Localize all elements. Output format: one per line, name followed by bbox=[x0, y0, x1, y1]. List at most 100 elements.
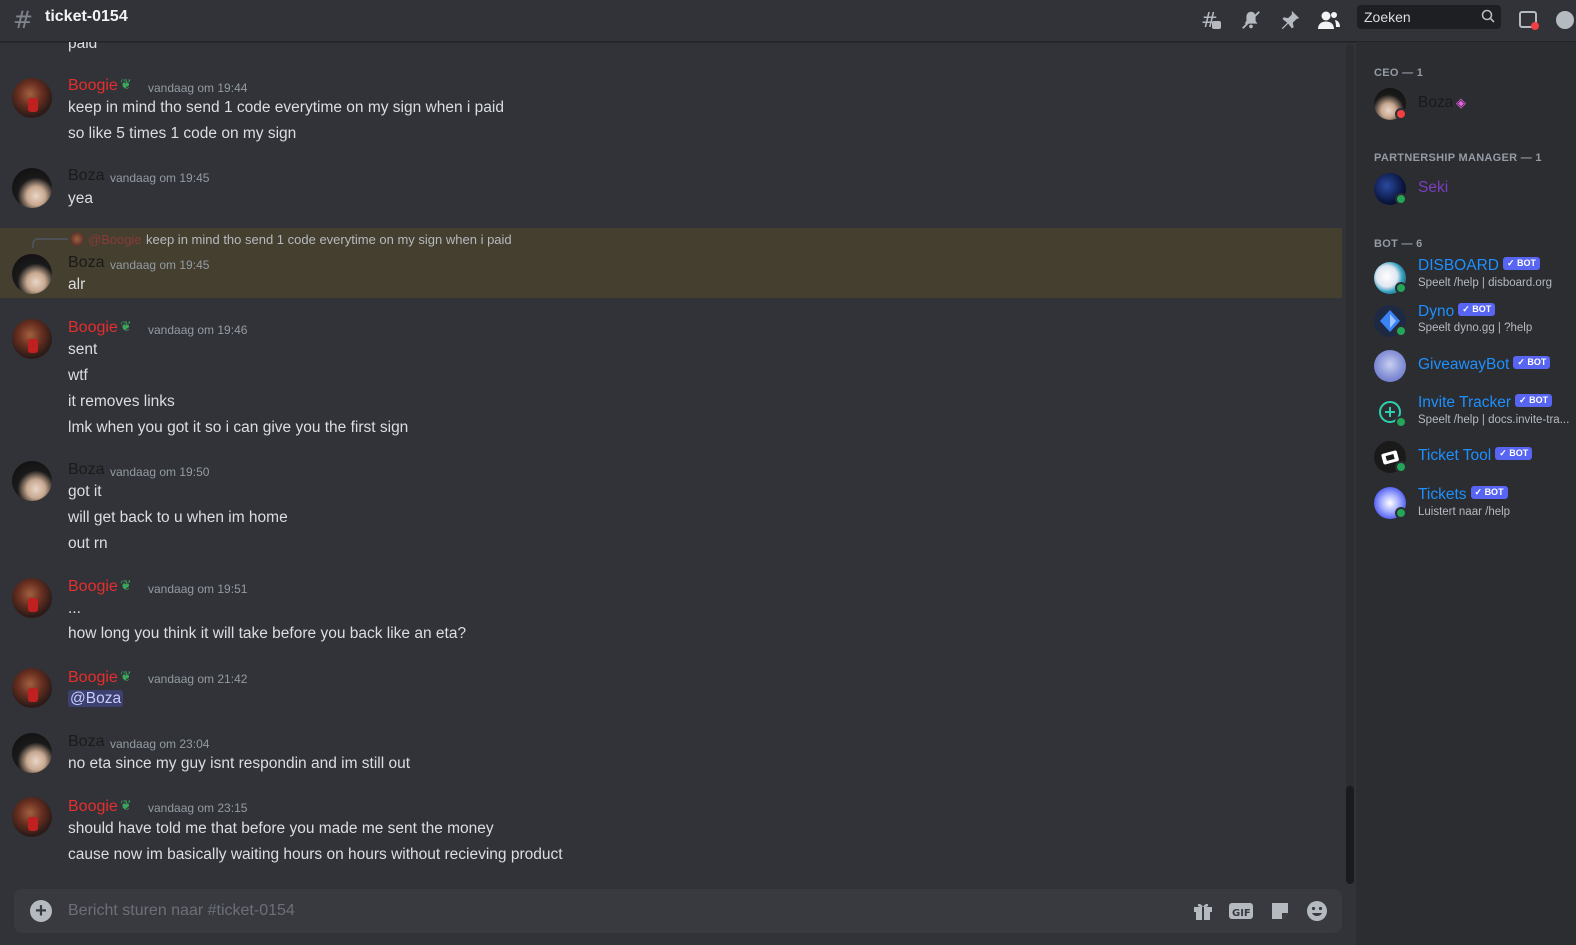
avatar[interactable] bbox=[12, 168, 52, 208]
message-text: out rn bbox=[68, 535, 108, 552]
pin-icon[interactable] bbox=[1277, 7, 1303, 33]
timestamp: vandaag om 19:44 bbox=[148, 81, 248, 95]
message-text: sent bbox=[68, 341, 98, 358]
message-text: no eta since my guy isnt respondin and i… bbox=[68, 755, 411, 772]
author-name[interactable]: Boogie bbox=[68, 797, 118, 817]
reply-connector bbox=[32, 238, 68, 248]
message-text: will get back to u when im home bbox=[68, 509, 288, 526]
hashtag-thread-icon: # bbox=[13, 6, 34, 34]
reply-mention[interactable]: @Boogie bbox=[88, 232, 142, 247]
gift-icon[interactable] bbox=[1191, 900, 1215, 922]
message-text: got it bbox=[68, 483, 102, 500]
member-list-icon[interactable] bbox=[1316, 7, 1342, 33]
message-text: it removes links bbox=[68, 393, 175, 410]
help-icon[interactable] bbox=[1552, 7, 1576, 33]
member-name: Dyno ✓ BOT bbox=[1418, 303, 1496, 321]
leaf-badge-icon: ❦ bbox=[120, 668, 132, 684]
message-text: yea bbox=[68, 190, 93, 207]
online-status-icon bbox=[1395, 507, 1407, 519]
user-mention[interactable]: @Boza bbox=[68, 690, 124, 707]
emoji-icon[interactable] bbox=[1305, 900, 1329, 922]
search-box[interactable]: Zoeken bbox=[1357, 5, 1501, 29]
online-status-icon bbox=[1395, 325, 1407, 337]
message-text: keep in mind tho send 1 code everytime o… bbox=[68, 99, 504, 116]
scrollbar-track[interactable] bbox=[1346, 44, 1354, 884]
channel-title: ticket-0154 bbox=[45, 8, 128, 25]
message-text: alr bbox=[68, 276, 86, 293]
message-text: ... bbox=[68, 600, 81, 617]
message-list[interactable]: paid Boogie ❦ vandaag om 19:44 keep in m… bbox=[0, 42, 1342, 882]
add-attachment-icon[interactable]: + bbox=[30, 900, 52, 922]
avatar[interactable] bbox=[12, 319, 52, 359]
avatar[interactable] bbox=[12, 797, 52, 837]
author-name[interactable]: Boza bbox=[68, 253, 104, 273]
online-status-icon bbox=[1395, 461, 1407, 473]
inbox-icon[interactable] bbox=[1516, 7, 1542, 33]
gif-icon[interactable]: GIF bbox=[1229, 900, 1253, 922]
avatar[interactable] bbox=[12, 254, 52, 294]
member-name: Boza bbox=[1418, 94, 1454, 111]
leaf-badge-icon: ❦ bbox=[120, 76, 132, 92]
message-input[interactable] bbox=[68, 901, 1168, 921]
author-name[interactable]: Boza bbox=[68, 166, 104, 186]
reply-avatar bbox=[70, 232, 84, 246]
member-category: CEO — 1 bbox=[1374, 67, 1424, 79]
author-name[interactable]: Boogie bbox=[68, 577, 118, 597]
mute-notifications-icon[interactable] bbox=[1238, 7, 1264, 33]
avatar[interactable] bbox=[12, 668, 52, 708]
online-status-icon bbox=[1395, 282, 1407, 294]
sticker-icon[interactable] bbox=[1268, 900, 1292, 922]
message-text: should have told me that before you made… bbox=[68, 820, 494, 837]
message-text: wtf bbox=[68, 367, 88, 384]
bot-tag: ✓ BOT bbox=[1458, 303, 1496, 317]
leaf-badge-icon: ❦ bbox=[120, 797, 132, 813]
bot-tag: ✓ BOT bbox=[1513, 356, 1551, 370]
message-text: how long you think it will take before y… bbox=[68, 625, 467, 642]
bot-tag: ✓ BOT bbox=[1470, 486, 1508, 500]
nitro-gem-icon: ◈ bbox=[1456, 95, 1466, 110]
online-status-icon bbox=[1395, 193, 1407, 205]
threads-icon[interactable]: # bbox=[1198, 7, 1224, 33]
timestamp: vandaag om 19:46 bbox=[148, 323, 248, 337]
member-category: BOT — 6 bbox=[1374, 238, 1423, 250]
timestamp: vandaag om 19:45 bbox=[110, 171, 210, 185]
author-name[interactable]: Boza bbox=[68, 732, 104, 752]
member-name: Ticket Tool ✓ BOT bbox=[1418, 447, 1533, 465]
message-composer: + GIF bbox=[14, 889, 1342, 933]
search-icon bbox=[1481, 9, 1495, 28]
member-name: Invite Tracker ✓ BOT bbox=[1418, 394, 1553, 412]
member-activity: Luistert naar /help bbox=[1418, 506, 1511, 518]
avatar[interactable] bbox=[12, 78, 52, 118]
avatar[interactable] bbox=[12, 733, 52, 773]
message-text: cause now im basically waiting hours on … bbox=[68, 846, 563, 863]
leaf-badge-icon: ❦ bbox=[120, 577, 132, 593]
bot-tag: ✓ BOT bbox=[1495, 447, 1533, 461]
scrollbar-thumb[interactable] bbox=[1346, 786, 1354, 884]
timestamp: vandaag om 19:51 bbox=[148, 582, 248, 596]
message-text: lmk when you got it so i can give you th… bbox=[68, 419, 409, 436]
bot-tag: ✓ BOT bbox=[1515, 394, 1553, 408]
member-name: Tickets ✓ BOT bbox=[1418, 486, 1508, 504]
reply-preview-text[interactable]: keep in mind tho send 1 code everytime o… bbox=[146, 232, 512, 247]
timestamp: vandaag om 23:04 bbox=[110, 737, 210, 751]
timestamp: vandaag om 19:50 bbox=[110, 465, 210, 479]
leaf-badge-icon: ❦ bbox=[120, 318, 132, 334]
search-input[interactable]: Zoeken bbox=[1364, 9, 1411, 25]
channel-header: # ticket-0154 # Zoeken bbox=[0, 0, 1576, 42]
member-list: CEO — 1 Boza ◈ PARTNERSHIP MANAGER — 1 S… bbox=[1356, 42, 1576, 945]
member-activity: Speelt dyno.gg | ?help bbox=[1418, 322, 1533, 334]
message-text: so like 5 times 1 code on my sign bbox=[68, 125, 297, 142]
dnd-status-icon bbox=[1395, 108, 1407, 120]
bot-tag: ✓ BOT bbox=[1502, 257, 1541, 271]
avatar[interactable] bbox=[12, 578, 52, 618]
author-name[interactable]: Boogie bbox=[68, 318, 118, 338]
online-status-icon bbox=[1395, 416, 1407, 428]
author-name[interactable]: Boogie bbox=[68, 76, 118, 96]
member-activity: Speelt /help | disboard.org bbox=[1418, 277, 1553, 289]
svg-text:GIF: GIF bbox=[1232, 908, 1251, 919]
author-name[interactable]: Boza bbox=[68, 460, 104, 480]
member-name: GiveawayBot ✓ BOT bbox=[1418, 356, 1551, 374]
author-name[interactable]: Boogie bbox=[68, 668, 118, 688]
message-text: paid bbox=[68, 42, 98, 52]
avatar[interactable] bbox=[12, 461, 52, 501]
